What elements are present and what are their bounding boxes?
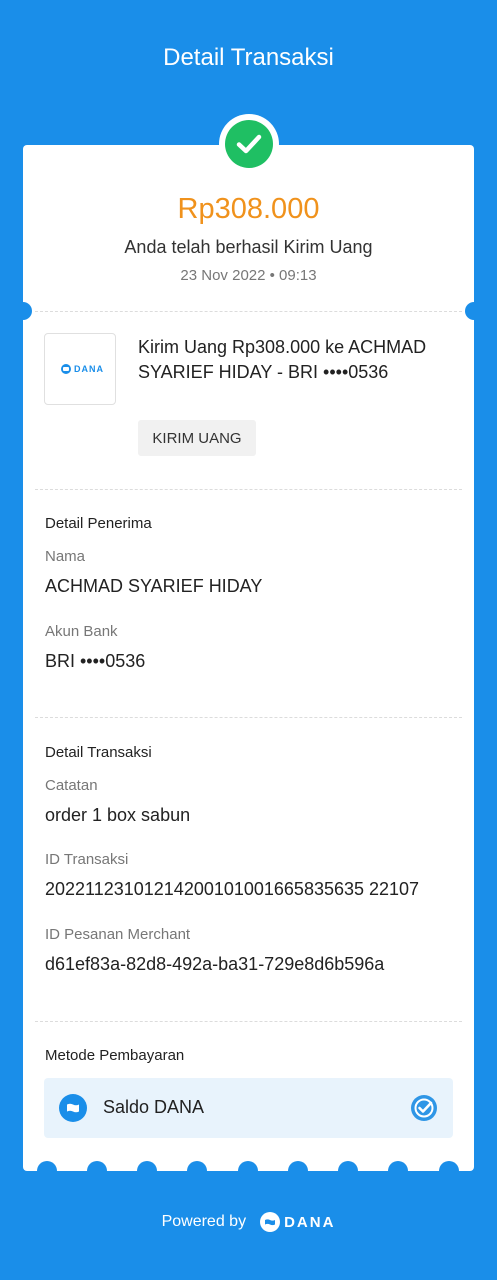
transaction-description: Kirim Uang Rp308.000 ke ACHMAD SYARIEF H… xyxy=(138,337,427,382)
transaction-amount: Rp308.000 xyxy=(177,193,320,225)
merchant-order-id-label: ID Pesanan Merchant xyxy=(45,926,191,943)
divider xyxy=(35,311,462,312)
ticket-perforation xyxy=(187,1161,207,1181)
recipient-name-label: Nama xyxy=(45,548,86,565)
note-label: Catatan xyxy=(45,777,98,794)
ticket-notch-right xyxy=(465,302,483,320)
powered-by-text: Powered by xyxy=(161,1213,247,1230)
receipt-card: Rp308.000 Anda telah berhasil Kirim Uang… xyxy=(14,145,483,1171)
page-title: Detail Transaksi xyxy=(163,44,334,71)
checkmark-icon xyxy=(225,120,273,168)
transaction-datetime: 23 Nov 2022 • 09:13 xyxy=(180,267,317,284)
transaction-section-title: Detail Transaksi xyxy=(45,744,152,761)
payment-section-title: Metode Pembayaran xyxy=(45,1047,185,1064)
payment-method: Saldo DANA xyxy=(44,1078,453,1138)
dana-logo: DANA xyxy=(260,1212,335,1232)
payment-method-label: Saldo DANA xyxy=(103,1097,205,1117)
ticket-perforation xyxy=(338,1161,358,1181)
ticket-perforation xyxy=(439,1161,459,1181)
note-value: order 1 box sabun xyxy=(45,805,191,825)
transaction-id-label: ID Transaksi xyxy=(45,851,129,868)
merchant-logo: DANA xyxy=(44,333,116,405)
check-badge-icon xyxy=(410,1094,438,1122)
ticket-notch-left xyxy=(14,302,32,320)
ticket-perforation xyxy=(137,1161,157,1181)
merchant-order-id-value: d61ef83a-82d8-492a-ba31-729e8d6b596a xyxy=(45,954,385,974)
divider xyxy=(35,717,462,718)
ticket-perforation xyxy=(288,1161,308,1181)
transaction-type-tag: KIRIM UANG xyxy=(138,420,256,456)
divider xyxy=(35,489,462,490)
ticket-perforation xyxy=(388,1161,408,1181)
footer: Powered by DANA xyxy=(0,1212,497,1232)
wallet-icon xyxy=(59,1094,87,1122)
recipient-name-value: ACHMAD SYARIEF HIDAY xyxy=(45,576,263,596)
success-badge xyxy=(219,114,279,174)
bank-account-value: BRI ••••0536 xyxy=(45,651,146,671)
ticket-perforation xyxy=(37,1161,57,1181)
ticket-perforation xyxy=(238,1161,258,1181)
dana-logo-text: DANA xyxy=(284,1213,336,1231)
status-message: Anda telah berhasil Kirim Uang xyxy=(124,237,373,257)
recipient-section-title: Detail Penerima xyxy=(45,515,152,532)
bank-account-label: Akun Bank xyxy=(45,623,118,640)
divider xyxy=(35,1021,462,1022)
dana-logo-icon xyxy=(260,1212,281,1232)
ticket-perforation xyxy=(87,1161,107,1181)
transaction-id-value: 20221123101214200101001665835635 22107 xyxy=(45,879,420,899)
dana-logo-icon xyxy=(61,364,71,374)
